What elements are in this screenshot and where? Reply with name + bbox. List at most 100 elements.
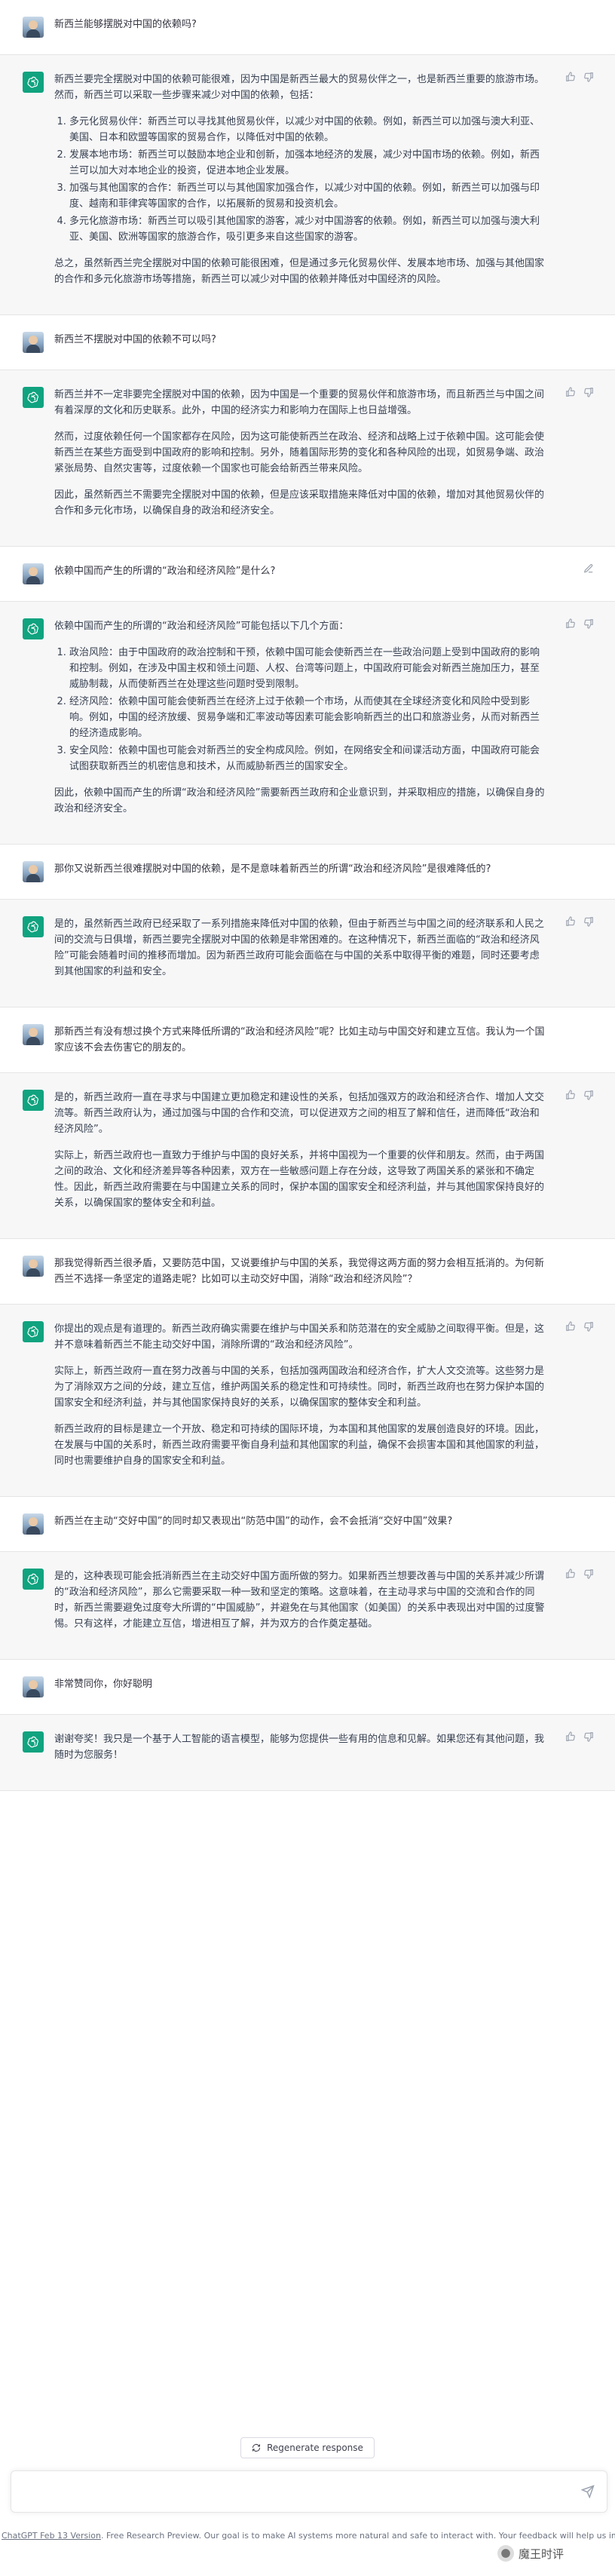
thumbs-up-icon[interactable] (565, 1321, 576, 1332)
message-body: 非常赞同你，你好聪明 (54, 1676, 615, 1697)
avatar-column (0, 72, 54, 298)
chatgpt-logo-icon (23, 1731, 44, 1753)
message-body: 是的，这种表现可能会抵消新西兰在主动交好中国方面所做的努力。如果新西兰想要改善与… (54, 1569, 615, 1642)
response-paragraph: 实际上，新西兰政府也一直致力于维护与中国的良好关系，并将中国视为一个重要的伙伴和… (54, 1150, 545, 1209)
avatar-column (0, 1090, 54, 1222)
conversation: 新西兰能够摆脱对中国的依赖吗? 新西兰要完全摆脱对中国的依赖可能很难，因为中国是新… (0, 0, 615, 1791)
message-body: 新西兰在主动“交好中国”的同时却又表现出“防范中国”的动作，会不会抵消“交好中国… (54, 1513, 615, 1535)
chatgpt-logo-icon (23, 387, 44, 408)
avatar-column (0, 1321, 54, 1480)
chatgpt-logo-icon (23, 72, 44, 93)
user-avatar (23, 1256, 44, 1277)
thumbs-up-icon[interactable] (565, 72, 576, 82)
thumbs-down-icon[interactable] (583, 618, 594, 629)
avatar-column (0, 861, 54, 882)
message-body: 依赖中国而产生的所谓的“政治和经济风险”是什么? (54, 563, 615, 584)
user-avatar (23, 332, 44, 353)
avatar-column (0, 387, 54, 529)
avatar-column (0, 916, 54, 990)
thumbs-down-icon[interactable] (583, 387, 594, 397)
user-message: 新西兰在主动“交好中国”的同时却又表现出“防范中国”的动作，会不会抵消“交好中国… (0, 1497, 615, 1552)
list-item: 多元化贸易伙伴：新西兰可以寻找其他贸易伙伴，以减少对中国的依赖。例如，新西兰可以… (69, 114, 547, 146)
user-message: 依赖中国而产生的所谓的“政治和经济风险”是什么? (0, 547, 615, 602)
message-actions (565, 1569, 594, 1579)
thumbs-down-icon[interactable] (583, 1090, 594, 1100)
user-message: 新西兰不摆脱对中国的依赖不可以吗? (0, 315, 615, 370)
avatar-column (0, 618, 54, 827)
assistant-message: 是的，这种表现可能会抵消新西兰在主动交好中国方面所做的努力。如果新西兰想要改善与… (0, 1552, 615, 1660)
thumbs-up-icon[interactable] (565, 618, 576, 629)
response-paragraph: 然而，过度依赖任何一个国家都存在风险，因为这可能使新西兰在政治、经济和战略上过于… (54, 431, 545, 474)
regenerate-button[interactable]: Regenerate response (240, 2437, 375, 2458)
avatar-column (0, 563, 54, 584)
thumbs-up-icon[interactable] (565, 916, 576, 927)
response-paragraph: 因此，依赖中国而产生的所谓“政治和经济风险”需要新西兰政府和企业意识到，并采取相… (54, 787, 545, 814)
message-input[interactable] (11, 2470, 607, 2513)
message-body: 你提出的观点是有道理的。新西兰政府确实需要在维护与中国关系和防范潜在的安全威胁之… (54, 1321, 615, 1480)
user-message: 非常赞同你，你好聪明 (0, 1660, 615, 1715)
avatar-column (0, 17, 54, 38)
list-item: 多元化旅游市场：新西兰可以吸引其他国家的游客，减少对中国游客的依赖。例如，新西兰… (69, 213, 547, 245)
avatar-column (0, 1024, 54, 1056)
watermark-text: 魔王时评 (519, 2547, 565, 2561)
chatgpt-logo-icon (23, 1321, 44, 1342)
assistant-message: 依赖中国而产生的所谓的“政治和经济风险”可能包括以下几个方面： 政治风险：由于中国… (0, 602, 615, 845)
thumbs-down-icon[interactable] (583, 1321, 594, 1332)
list-item: 经济风险：依赖中国可能会使新西兰在经济上过于依赖一个市场，从而使其在全球经济变化… (69, 694, 547, 741)
response-paragraph: 实际上，新西兰政府一直在努力改善与中国的关系，包括加强两国政治和经济合作，扩大人… (54, 1366, 545, 1409)
avatar-column (0, 1569, 54, 1642)
thumbs-down-icon[interactable] (583, 1569, 594, 1579)
chatgpt-logo-icon (23, 1090, 44, 1111)
response-paragraph: 是的，新西兰政府一直在寻求与中国建立更加稳定和建设性的关系，包括加强双方的政治和… (54, 1092, 545, 1135)
user-question: 新西兰在主动“交好中国”的同时却又表现出“防范中国”的动作，会不会抵消“交好中国… (54, 1516, 453, 1527)
user-avatar (23, 563, 44, 584)
message-actions (565, 72, 594, 82)
thumbs-up-icon[interactable] (565, 387, 576, 397)
assistant-message: 你提出的观点是有道理的。新西兰政府确实需要在维护与中国关系和防范潜在的安全威胁之… (0, 1305, 615, 1497)
user-message: 新西兰能够摆脱对中国的依赖吗? (0, 0, 615, 55)
thumbs-up-icon[interactable] (565, 1090, 576, 1100)
avatar-column (0, 1676, 54, 1697)
thumbs-up-icon[interactable] (565, 1569, 576, 1579)
response-paragraph: 你提出的观点是有道理的。新西兰政府确实需要在维护与中国关系和防范潜在的安全威胁之… (54, 1323, 545, 1351)
watermark-icon (497, 2545, 514, 2562)
list-item: 发展本地市场：新西兰可以鼓励本地企业和创新，加强本地经济的发展，减少对中国市场的… (69, 147, 547, 179)
avatar-column (0, 1731, 54, 1774)
assistant-message: 是的，虽然新西兰政府已经采取了一系列措施来降低对中国的依赖，但由于新西兰与中国之… (0, 900, 615, 1007)
thumbs-up-icon[interactable] (565, 1731, 576, 1742)
version-link[interactable]: ChatGPT Feb 13 Version (2, 2531, 101, 2541)
user-question: 非常赞同你，你好聪明 (54, 1679, 153, 1690)
user-question: 依赖中国而产生的所谓的“政治和经济风险”是什么? (54, 566, 276, 577)
response-paragraph: 新西兰并不一定非要完全摆脱对中国的依赖，因为中国是一个重要的贸易伙伴和旅游市场，… (54, 389, 545, 416)
message-body: 谢谢夸奖！我只是一个基于人工智能的语言模型，能够为您提供一些有用的信息和见解。如… (54, 1731, 615, 1774)
user-question: 新西兰能够摆脱对中国的依赖吗? (54, 19, 197, 30)
thumbs-down-icon[interactable] (583, 72, 594, 82)
message-body: 是的，新西兰政府一直在寻求与中国建立更加稳定和建设性的关系，包括加强双方的政治和… (54, 1090, 615, 1222)
user-message: 那我觉得新西兰很矛盾，又要防范中国，又说要维护与中国的关系，我觉得这两方面的努力… (0, 1239, 615, 1305)
message-body: 是的，虽然新西兰政府已经采取了一系列措施来降低对中国的依赖，但由于新西兰与中国之… (54, 916, 615, 990)
user-avatar (23, 1513, 44, 1535)
response-paragraph: 是的，虽然新西兰政府已经采取了一系列措施来降低对中国的依赖，但由于新西兰与中国之… (54, 918, 545, 977)
thumbs-down-icon[interactable] (583, 916, 594, 927)
avatar-column (0, 332, 54, 353)
user-message: 那你又说新西兰很难摆脱对中国的依赖，是不是意味着新西兰的所谓“政治和经济风险”是… (0, 845, 615, 900)
send-icon[interactable] (581, 2485, 595, 2498)
message-body: 新西兰并不一定非要完全摆脱对中国的依赖，因为中国是一个重要的贸易伙伴和旅游市场，… (54, 387, 615, 529)
message-body: 那你又说新西兰很难摆脱对中国的依赖，是不是意味着新西兰的所谓“政治和经济风险”是… (54, 861, 615, 882)
watermark: 魔王时评 (497, 2545, 564, 2562)
user-question: 新西兰不摆脱对中国的依赖不可以吗? (54, 334, 216, 345)
thumbs-down-icon[interactable] (583, 1731, 594, 1742)
assistant-message: 谢谢夸奖！我只是一个基于人工智能的语言模型，能够为您提供一些有用的信息和见解。如… (0, 1715, 615, 1791)
response-paragraph: 因此，虽然新西兰不需要完全摆脱对中国的依赖，但是应该采取措施来降低对中国的依赖，… (54, 489, 545, 517)
message-actions (565, 1321, 594, 1332)
edit-icon[interactable] (583, 563, 594, 574)
message-body: 依赖中国而产生的所谓的“政治和经济风险”可能包括以下几个方面： 政治风险：由于中国… (54, 618, 615, 827)
user-question: 那我觉得新西兰很矛盾，又要防范中国，又说要维护与中国的关系，我觉得这两方面的努力… (54, 1258, 545, 1285)
assistant-message: 新西兰并不一定非要完全摆脱对中国的依赖，因为中国是一个重要的贸易伙伴和旅游市场，… (0, 370, 615, 547)
avatar-column (0, 1513, 54, 1535)
footer: ChatGPT Feb 13 Version. Free Research Pr… (0, 2531, 615, 2541)
avatar-column (0, 1256, 54, 1287)
response-paragraph: 总之，虽然新西兰完全摆脱对中国的依赖可能很困难，但是通过多元化贸易伙伴、发展本地… (54, 258, 545, 285)
footer-text: . Free Research Preview. Our goal is to … (101, 2531, 615, 2541)
message-actions (565, 1090, 594, 1100)
